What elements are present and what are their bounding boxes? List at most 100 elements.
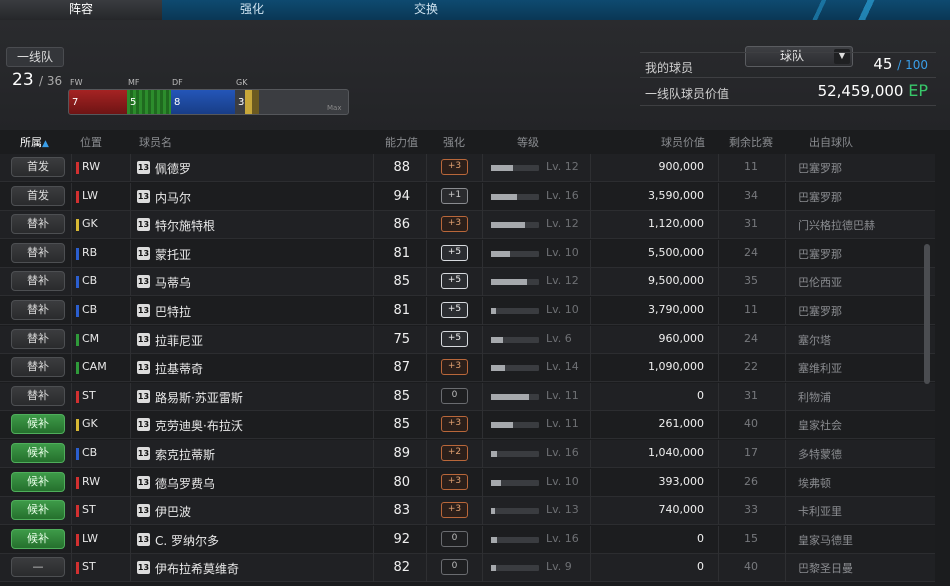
player-row[interactable]: 替补 RB 13 蒙托亚 81 +5 Lv. 10 5,500,000 24 巴… bbox=[0, 239, 935, 268]
origin-club: 巴塞罗那 bbox=[798, 162, 842, 175]
scrollbar-thumb[interactable] bbox=[924, 244, 930, 384]
tab-lineup[interactable]: 阵容 bbox=[0, 0, 162, 20]
player-name[interactable]: 路易斯·苏亚雷斯 bbox=[155, 389, 243, 406]
column-divider bbox=[718, 554, 719, 583]
position-label: ST bbox=[82, 503, 96, 517]
role-button[interactable]: 首发 bbox=[11, 185, 65, 206]
squad-value-label: 一线队球员价值 bbox=[645, 87, 730, 101]
column-divider bbox=[373, 497, 374, 526]
level-label: Lv. 16 bbox=[546, 188, 579, 202]
column-divider bbox=[482, 211, 483, 240]
player-row[interactable]: 首发 LW 13 内马尔 94 +1 Lv. 16 3,590,000 34 巴… bbox=[0, 182, 935, 211]
role-button[interactable]: 替补 bbox=[11, 328, 65, 349]
player-row[interactable]: 替补 GK 13 特尔施特根 86 +3 Lv. 12 1,120,000 31… bbox=[0, 211, 935, 240]
role-button[interactable]: — bbox=[11, 557, 65, 578]
player-name[interactable]: 德乌罗费乌 bbox=[155, 475, 215, 492]
col-role[interactable]: 所属▲ bbox=[20, 134, 49, 150]
player-name[interactable]: 佩德罗 bbox=[155, 160, 191, 177]
season-card-icon: 13 bbox=[137, 475, 150, 489]
col-enhance[interactable]: 强化 bbox=[443, 134, 465, 150]
column-divider bbox=[718, 211, 719, 240]
role-button[interactable]: 替补 bbox=[11, 385, 65, 406]
player-row[interactable]: — ST 13 伊布拉希莫维奇 82 0 Lv. 9 0 40 巴黎圣日曼 bbox=[0, 554, 935, 583]
tabbar-decoration bbox=[730, 0, 950, 20]
col-position[interactable]: 位置 bbox=[80, 134, 102, 150]
role-button[interactable]: 替补 bbox=[11, 300, 65, 320]
player-name[interactable]: 伊巴波 bbox=[155, 503, 191, 520]
level-progress-fill bbox=[491, 193, 518, 200]
col-games[interactable]: 剩余比赛 bbox=[729, 134, 773, 150]
level-label: Lv. 10 bbox=[546, 303, 579, 316]
role-button[interactable]: 替补 bbox=[11, 242, 65, 263]
role-button[interactable]: 候补 bbox=[11, 414, 65, 435]
player-row[interactable]: 候补 RW 13 德乌罗费乌 80 +3 Lv. 10 393,000 26 埃… bbox=[0, 468, 935, 497]
column-divider bbox=[785, 411, 786, 440]
role-button[interactable]: 候补 bbox=[11, 471, 65, 492]
column-divider bbox=[426, 382, 427, 411]
pos-label-mf: MF bbox=[128, 78, 140, 87]
origin-club: 皇家马德里 bbox=[798, 533, 853, 547]
role-button[interactable]: 替补 bbox=[11, 214, 65, 235]
player-ovr: 88 bbox=[393, 160, 410, 175]
col-club[interactable]: 出自球队 bbox=[809, 134, 853, 150]
role-button[interactable]: 首发 bbox=[11, 157, 65, 177]
role-button[interactable]: 候补 bbox=[11, 528, 65, 549]
level-progress-bar bbox=[491, 165, 539, 171]
player-name[interactable]: 拉菲尼亚 bbox=[155, 332, 203, 349]
col-ovr[interactable]: 能力值 bbox=[385, 134, 418, 150]
role-button[interactable]: 候补 bbox=[11, 443, 65, 463]
column-divider bbox=[590, 297, 591, 325]
col-name[interactable]: 球员名 bbox=[139, 134, 172, 150]
enhance-badge: +5 bbox=[441, 273, 468, 290]
column-divider bbox=[590, 440, 591, 468]
player-name[interactable]: 拉基蒂奇 bbox=[155, 360, 203, 377]
enhance-badge: 0 bbox=[441, 387, 468, 404]
role-button[interactable]: 替补 bbox=[11, 271, 65, 292]
origin-club: 埃弗顿 bbox=[798, 476, 831, 490]
player-name[interactable]: 索克拉蒂斯 bbox=[155, 446, 215, 463]
col-price[interactable]: 球员价值 bbox=[661, 134, 705, 150]
games-remaining: 31 bbox=[744, 388, 758, 402]
position-color-marker bbox=[76, 219, 79, 232]
role-button[interactable]: 候补 bbox=[11, 500, 65, 521]
position-label: CB bbox=[82, 303, 98, 316]
player-row[interactable]: 替补 CB 13 马蒂乌 85 +5 Lv. 12 9,500,000 35 巴… bbox=[0, 268, 935, 297]
player-row[interactable]: 替补 CAM 13 拉基蒂奇 87 +3 Lv. 14 1,090,000 22… bbox=[0, 354, 935, 383]
player-name[interactable]: 蒙托亚 bbox=[155, 246, 191, 263]
player-row[interactable]: 候补 GK 13 克劳迪奥·布拉沃 85 +3 Lv. 11 261,000 4… bbox=[0, 411, 935, 440]
column-divider bbox=[373, 440, 374, 468]
column-divider bbox=[71, 554, 72, 583]
player-name[interactable]: 特尔施特根 bbox=[155, 217, 215, 234]
player-row[interactable]: 替补 CM 13 拉菲尼亚 75 +5 Lv. 6 960,000 24 塞尔塔 bbox=[0, 325, 935, 354]
sort-asc-icon: ▲ bbox=[42, 139, 49, 149]
player-row[interactable]: 首发 RW 13 佩德罗 88 +3 Lv. 12 900,000 11 巴塞罗… bbox=[0, 154, 935, 182]
player-name[interactable]: 克劳迪奥·布拉沃 bbox=[155, 417, 243, 434]
level-progress-bar bbox=[491, 250, 539, 257]
enhance-badge: 0 bbox=[441, 530, 468, 547]
player-row[interactable]: 候补 CB 13 索克拉蒂斯 89 +2 Lv. 16 1,040,000 17… bbox=[0, 440, 935, 468]
player-row[interactable]: 替补 ST 13 路易斯·苏亚雷斯 85 0 Lv. 11 0 31 利物浦 bbox=[0, 382, 935, 411]
tab-enhance[interactable]: 强化 bbox=[172, 0, 332, 20]
player-list: 首发 RW 13 佩德罗 88 +3 Lv. 12 900,000 11 巴塞罗… bbox=[0, 154, 935, 586]
column-divider bbox=[482, 440, 483, 468]
level-label: Lv. 12 bbox=[546, 274, 579, 288]
player-row[interactable]: 候补 ST 13 伊巴波 83 +3 Lv. 13 740,000 33 卡利亚… bbox=[0, 497, 935, 526]
column-divider bbox=[785, 325, 786, 354]
column-divider bbox=[482, 497, 483, 526]
player-name[interactable]: 内马尔 bbox=[155, 189, 191, 206]
role-button[interactable]: 替补 bbox=[11, 357, 65, 378]
player-name[interactable]: C. 罗纳尔多 bbox=[155, 532, 219, 549]
player-name[interactable]: 马蒂乌 bbox=[155, 274, 191, 291]
player-name[interactable]: 巴特拉 bbox=[155, 303, 191, 320]
position-color-marker bbox=[76, 505, 79, 518]
player-name[interactable]: 伊布拉希莫维奇 bbox=[155, 560, 239, 577]
player-row[interactable]: 候补 LW 13 C. 罗纳尔多 92 0 Lv. 16 0 15 皇家马德里 bbox=[0, 525, 935, 554]
team-dropdown[interactable]: 球队 ▼ bbox=[745, 46, 853, 67]
player-ovr: 83 bbox=[393, 503, 410, 519]
player-row[interactable]: 替补 CB 13 巴特拉 81 +5 Lv. 10 3,790,000 11 巴… bbox=[0, 297, 935, 325]
position-label: RW bbox=[82, 160, 101, 173]
squad-count-max: / 36 bbox=[39, 74, 63, 88]
col-level[interactable]: 等级 bbox=[517, 134, 539, 150]
season-card-icon: 13 bbox=[137, 561, 150, 575]
tab-exchange[interactable]: 交换 bbox=[346, 0, 506, 20]
